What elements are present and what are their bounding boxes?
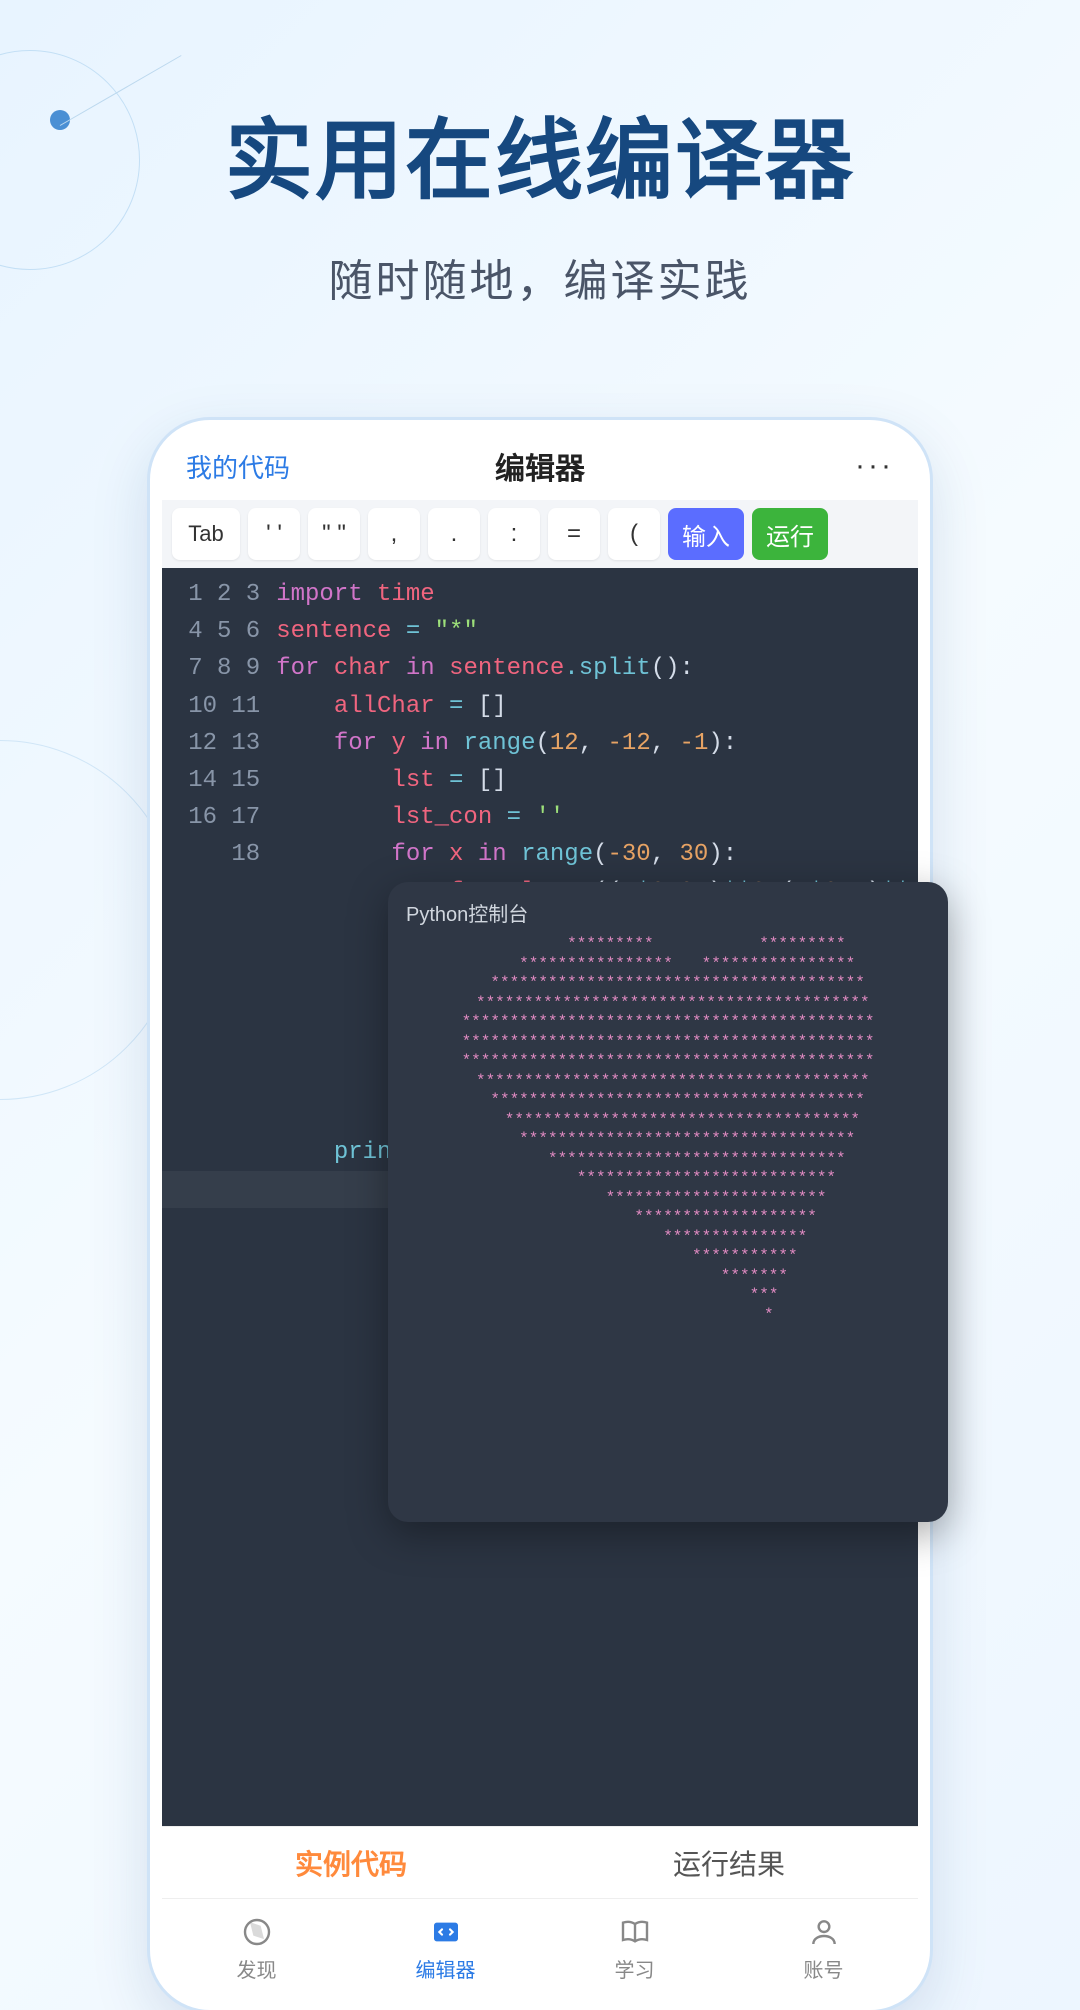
- toolbar-key-symbol-4[interactable]: .: [428, 508, 480, 560]
- nav-label: 学习: [615, 1954, 655, 1983]
- compass-icon: [239, 1914, 275, 1950]
- nav-item-code[interactable]: 编辑器: [351, 1899, 540, 1998]
- hero-subtitle: 随时随地，编译实践: [0, 245, 1080, 309]
- toolbar-key-symbol-1[interactable]: ' ': [248, 508, 300, 560]
- nav-label: 编辑器: [416, 1954, 476, 1983]
- bg-decoration-circle: [0, 50, 140, 270]
- nav-label: 账号: [804, 1954, 844, 1983]
- input-button[interactable]: 输入: [668, 508, 744, 560]
- console-output: ********* ********* **************** ***…: [406, 935, 930, 1325]
- run-button[interactable]: 运行: [752, 508, 828, 560]
- book-icon: [617, 1914, 653, 1950]
- bottom-nav: 发现 编辑器 学习 账号: [162, 1898, 918, 1998]
- user-icon: [806, 1914, 842, 1950]
- tab-example-code[interactable]: 实例代码: [162, 1827, 540, 1898]
- hero-title: 实用在线编译器: [0, 90, 1080, 217]
- page-title: 编辑器: [495, 444, 585, 488]
- editor-toolbar: Tab' '" ",.:=(输入运行: [162, 500, 918, 568]
- toolbar-key-symbol-5[interactable]: :: [488, 508, 540, 560]
- result-tabs: 实例代码 运行结果: [162, 1826, 918, 1898]
- code-icon: [428, 1914, 464, 1950]
- app-header: 我的代码 编辑器 ···: [162, 432, 918, 500]
- nav-label: 发现: [237, 1954, 277, 1983]
- toolbar-key-symbol-2[interactable]: " ": [308, 508, 360, 560]
- console-popup: Python控制台 ********* ********* **********…: [388, 882, 948, 1522]
- my-code-link[interactable]: 我的代码: [186, 448, 290, 485]
- nav-item-user[interactable]: 账号: [729, 1899, 918, 1998]
- toolbar-key-tab[interactable]: Tab: [172, 508, 240, 560]
- nav-item-compass[interactable]: 发现: [162, 1899, 351, 1998]
- toolbar-key-symbol-6[interactable]: =: [548, 508, 600, 560]
- console-title: Python控制台: [406, 898, 930, 927]
- toolbar-key-symbol-3[interactable]: ,: [368, 508, 420, 560]
- tab-run-result[interactable]: 运行结果: [540, 1827, 918, 1898]
- toolbar-key-symbol-7[interactable]: (: [608, 508, 660, 560]
- nav-item-book[interactable]: 学习: [540, 1899, 729, 1998]
- more-menu-button[interactable]: ···: [855, 449, 894, 483]
